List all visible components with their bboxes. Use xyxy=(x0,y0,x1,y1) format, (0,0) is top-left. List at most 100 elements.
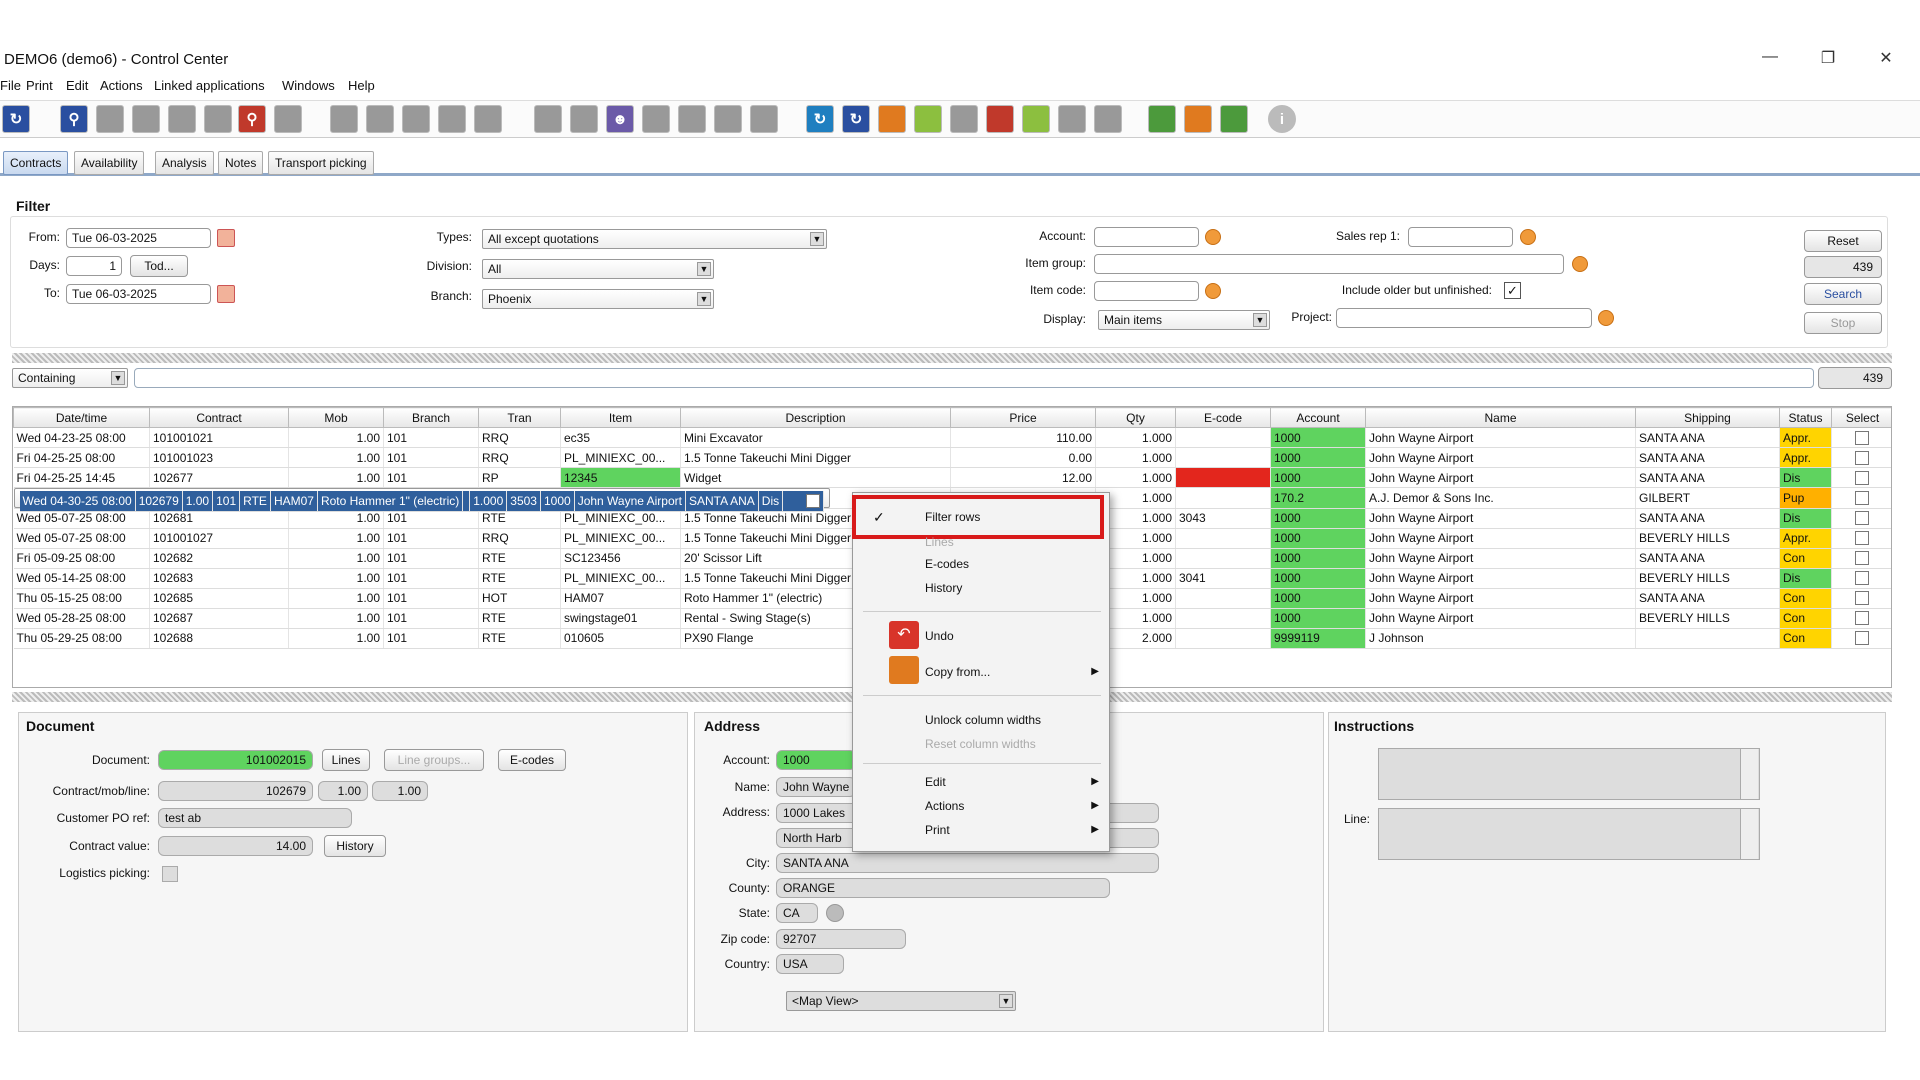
item-group-field[interactable] xyxy=(1094,254,1564,274)
sales-rep-field[interactable] xyxy=(1408,227,1513,247)
scrollbar[interactable] xyxy=(1740,749,1758,799)
table-row[interactable]: Fri 04-25-25 14:45 102677 1.00 101 RP 12345 Wi… xyxy=(13,467,1891,488)
tool-icon[interactable] xyxy=(132,105,160,133)
column-header[interactable]: Branch xyxy=(383,407,479,428)
column-header[interactable]: Qty xyxy=(1095,407,1176,428)
tool-icon[interactable] xyxy=(96,105,124,133)
item-code-field[interactable] xyxy=(1094,281,1199,301)
lines-button[interactable]: Lines xyxy=(322,749,370,771)
lookup-icon[interactable] xyxy=(1205,229,1221,245)
select-checkbox[interactable] xyxy=(1855,631,1869,646)
line-groups-button[interactable]: Line groups... xyxy=(384,749,484,771)
menu-print-submenu[interactable]: Print xyxy=(925,823,950,837)
lookup-icon[interactable] xyxy=(1520,229,1536,245)
tool-red-icon[interactable] xyxy=(986,105,1014,133)
tab-contracts[interactable]: Contracts xyxy=(3,151,69,175)
search-button[interactable]: Search xyxy=(1804,283,1882,305)
line-instructions-textarea[interactable] xyxy=(1378,808,1760,860)
menu-undo[interactable]: Undo xyxy=(925,629,954,643)
project-field[interactable] xyxy=(1336,308,1592,328)
tool-icon[interactable] xyxy=(330,105,358,133)
document-icon[interactable] xyxy=(1184,105,1212,133)
today-button[interactable]: Tod... xyxy=(130,255,188,277)
stop-button[interactable]: Stop xyxy=(1804,312,1882,334)
select-checkbox[interactable] xyxy=(1855,470,1869,485)
menu-linked-applications[interactable]: Linked applications xyxy=(154,78,265,93)
menu-filter-rows[interactable]: Filter rows xyxy=(925,510,980,524)
find-icon[interactable]: ⚲ xyxy=(60,105,88,133)
menu-windows[interactable]: Windows xyxy=(282,78,335,93)
column-header[interactable]: Date/time xyxy=(13,407,150,428)
select-checkbox[interactable] xyxy=(1855,450,1869,465)
tool-icon[interactable] xyxy=(714,105,742,133)
days-field[interactable]: 1 xyxy=(66,256,122,276)
tool-icon[interactable] xyxy=(204,105,232,133)
column-header[interactable]: Price xyxy=(950,407,1096,428)
branch-select[interactable]: Phoenix ▼ xyxy=(482,289,714,309)
column-header[interactable]: Description xyxy=(680,407,951,428)
tool-orange-icon[interactable] xyxy=(878,105,906,133)
tool-icon[interactable] xyxy=(570,105,598,133)
select-checkbox[interactable] xyxy=(1855,430,1869,445)
tool-icon[interactable] xyxy=(642,105,670,133)
logistics-picking-checkbox[interactable] xyxy=(162,866,178,882)
menu-edit-submenu[interactable]: Edit xyxy=(925,775,946,789)
division-select[interactable]: All ▼ xyxy=(482,259,714,279)
tool-green-icon[interactable] xyxy=(914,105,942,133)
select-checkbox[interactable] xyxy=(1855,571,1869,586)
menu-help[interactable]: Help xyxy=(348,78,375,93)
tool-icon[interactable] xyxy=(1058,105,1086,133)
tool-icon[interactable] xyxy=(750,105,778,133)
select-checkbox[interactable] xyxy=(1855,591,1869,606)
types-select[interactable]: All except quotations ▼ xyxy=(482,229,827,249)
select-checkbox[interactable] xyxy=(1855,511,1869,526)
splitter[interactable] xyxy=(12,353,1892,363)
select-checkbox[interactable] xyxy=(806,494,821,509)
tool-icon[interactable] xyxy=(678,105,706,133)
to-date-field[interactable]: Tue 06-03-2025 xyxy=(66,284,211,304)
lookup-icon[interactable] xyxy=(1572,256,1588,272)
reset-button[interactable]: Reset xyxy=(1804,230,1882,252)
column-header[interactable]: E-code xyxy=(1175,407,1271,428)
menu-reset-column-widths[interactable]: Reset column widths xyxy=(925,737,1036,751)
column-header[interactable]: Contract xyxy=(149,407,289,428)
select-checkbox[interactable] xyxy=(1855,531,1869,546)
table-row[interactable]: Wed 04-30-25 08:00 102679 1.00 101 RTE HAM07 R… xyxy=(13,488,831,512)
menu-ecodes[interactable]: E-codes xyxy=(925,557,969,571)
select-checkbox[interactable] xyxy=(1855,491,1869,506)
search-red-icon[interactable]: ⚲ xyxy=(238,105,266,133)
column-header[interactable]: Account xyxy=(1270,407,1366,428)
from-date-field[interactable]: Tue 06-03-2025 xyxy=(66,228,211,248)
tab-transport-picking[interactable]: Transport picking xyxy=(268,151,374,175)
tool-icon[interactable] xyxy=(366,105,394,133)
menu-edit[interactable]: Edit xyxy=(66,78,88,93)
tool-icon[interactable] xyxy=(168,105,196,133)
column-header[interactable]: Tran xyxy=(478,407,561,428)
history-button[interactable]: History xyxy=(324,835,386,857)
tool-icon[interactable] xyxy=(474,105,502,133)
restore-icon[interactable]: ❐ xyxy=(1808,48,1848,70)
menu-lines[interactable]: Lines xyxy=(925,535,954,549)
table-row[interactable]: Fri 04-25-25 08:00 101001023 1.00 101 RRQ PL_… xyxy=(13,447,1891,468)
calendar-icon[interactable] xyxy=(217,285,235,303)
menu-copy-from[interactable]: Copy from... xyxy=(925,665,990,679)
menu-actions-submenu[interactable]: Actions xyxy=(925,799,964,813)
lookup-icon[interactable] xyxy=(1205,283,1221,299)
lookup-icon[interactable] xyxy=(1598,310,1614,326)
tool-icon[interactable] xyxy=(534,105,562,133)
sheet-icon[interactable] xyxy=(1148,105,1176,133)
select-checkbox[interactable] xyxy=(1855,611,1869,626)
column-header[interactable]: Shipping xyxy=(1635,407,1780,428)
column-header[interactable]: Status xyxy=(1779,407,1832,428)
menu-print[interactable]: Print xyxy=(26,78,53,93)
column-header[interactable]: Mob xyxy=(288,407,384,428)
menu-file[interactable]: File xyxy=(0,78,21,93)
menu-actions[interactable]: Actions xyxy=(100,78,143,93)
scrollbar[interactable] xyxy=(1740,809,1758,859)
column-header[interactable]: Name xyxy=(1365,407,1636,428)
tool-green-icon[interactable] xyxy=(1022,105,1050,133)
tab-notes[interactable]: Notes xyxy=(218,151,264,175)
minimize-icon[interactable]: — xyxy=(1750,48,1790,70)
select-checkbox[interactable] xyxy=(1855,551,1869,566)
menu-unlock-column-widths[interactable]: Unlock column widths xyxy=(925,713,1041,727)
